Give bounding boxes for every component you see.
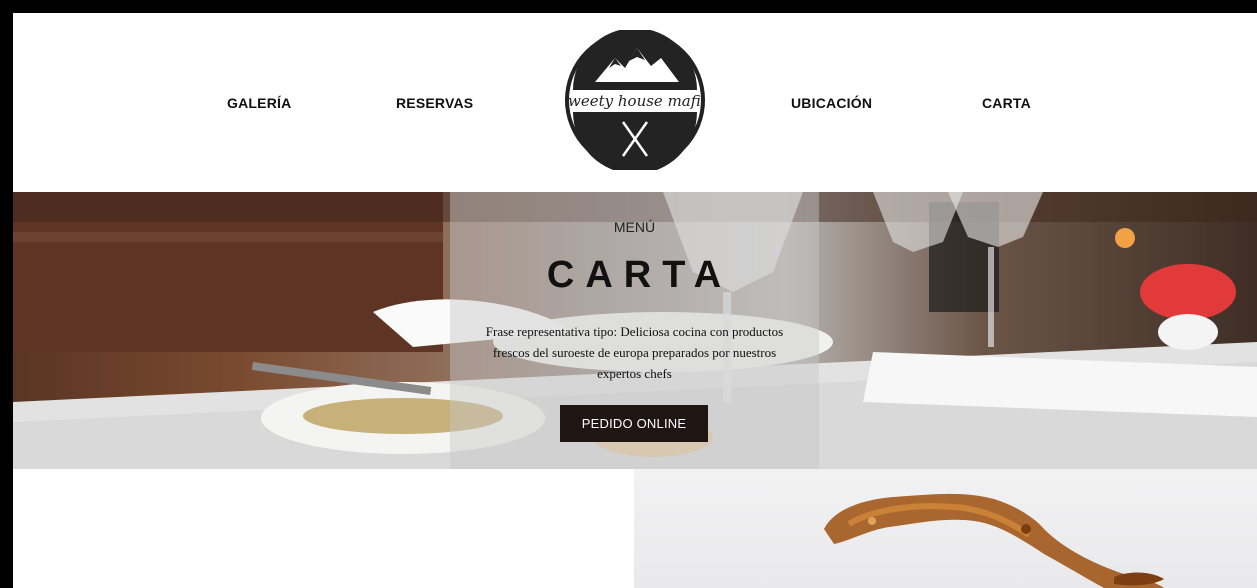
nav-link-carta[interactable]: CARTA: [982, 95, 1031, 111]
caramel-splash-image: [824, 493, 1164, 588]
logo-emblem[interactable]: sweety house mafia: [565, 30, 705, 170]
hero-text-panel: MENÚ CARTA Frase representativa tipo: De…: [450, 192, 819, 469]
order-online-button[interactable]: PEDIDO ONLINE: [560, 405, 708, 442]
hero-kicker: MENÚ: [613, 219, 656, 235]
hero-description: Frase representativa tipo: Deliciosa coc…: [485, 324, 784, 381]
hero-title: CARTA: [546, 254, 733, 296]
nav-link-reservas[interactable]: RESERVAS: [396, 95, 473, 111]
logo-text: sweety house mafia: [565, 92, 705, 110]
nav-link-ubicacion[interactable]: UBICACIÓN: [791, 95, 872, 111]
content-section-left: [13, 469, 634, 588]
page-frame: GALERÍA RESERVAS sweety house mafia UBIC…: [13, 13, 1257, 588]
main-navigation: GALERÍA RESERVAS sweety house mafia UBIC…: [13, 13, 1257, 192]
caramel-splash-photo: [634, 469, 1257, 588]
hero-banner: MENÚ CARTA Frase representativa tipo: De…: [13, 192, 1257, 469]
nav-link-galeria[interactable]: GALERÍA: [227, 95, 291, 111]
